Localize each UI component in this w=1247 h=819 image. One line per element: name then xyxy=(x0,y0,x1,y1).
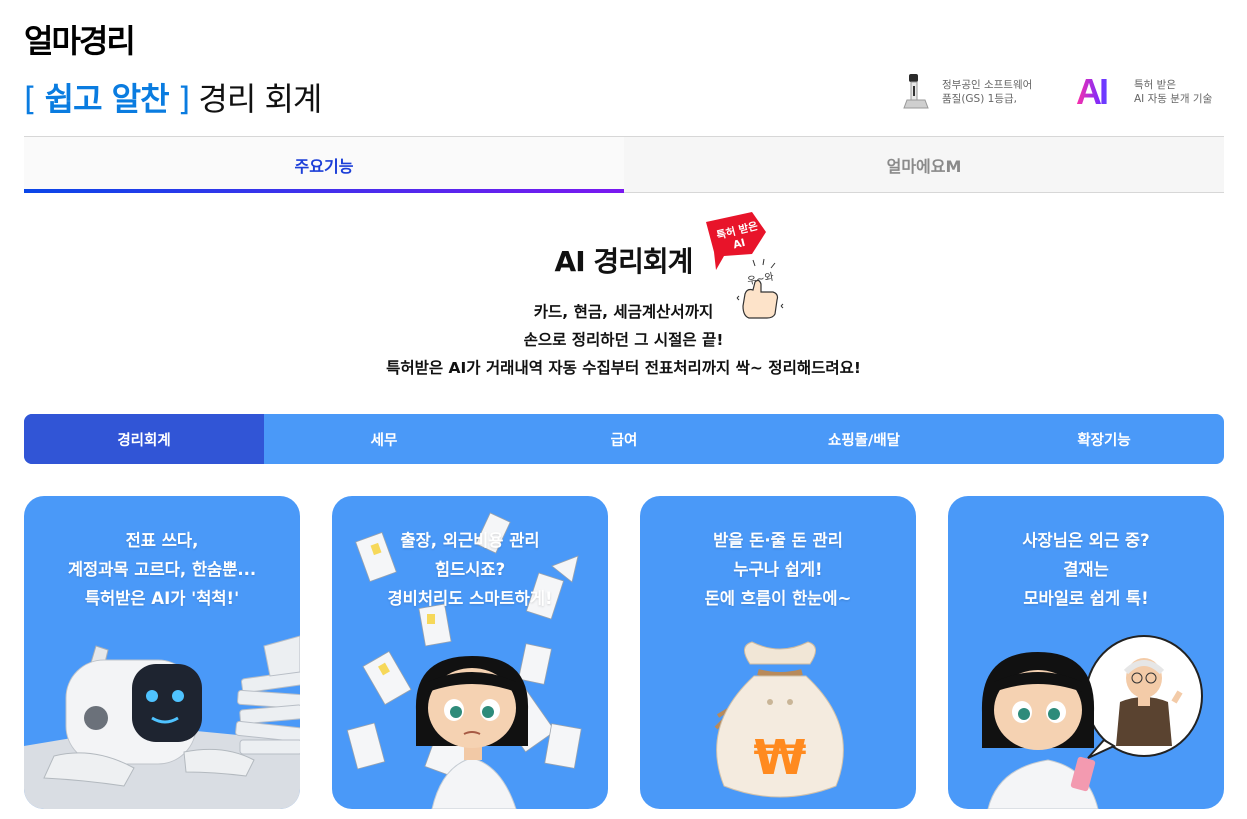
card-line: 계정과목 고르다, 한숨뿐... xyxy=(67,560,257,579)
ai-badge-line1: 특허 받은 xyxy=(1134,79,1176,91)
gs-badge-line1: 정부공인 소프트웨어 xyxy=(942,79,1033,91)
ai-logo-icon: AI xyxy=(1076,72,1124,112)
slogan-rest: 경리 회계 xyxy=(198,80,322,118)
gs-certification-badge: 정부공인 소프트웨어 품질(GS) 1등급, xyxy=(900,72,1032,112)
feature-card-ai-voucher[interactable]: 전표 쓰다, 계정과목 고르다, 한숨뿐... 특허받은 AI가 '척척!' xyxy=(24,496,300,809)
category-extensions[interactable]: 확장기능 xyxy=(984,414,1224,464)
slogan-bracket-open: [ xyxy=(24,80,37,118)
hero-line-2: 손으로 정리하던 그 시절은 끝! xyxy=(523,331,724,349)
category-payroll[interactable]: 급여 xyxy=(504,414,744,464)
card-line: 힘드시죠? xyxy=(434,560,506,579)
hero-line-1: 카드, 현금, 세금계산서까지 xyxy=(533,303,714,321)
card-line: 모바일로 쉽게 톡! xyxy=(1023,589,1149,608)
card-text: 전표 쓰다, 계정과목 고르다, 한숨뿐... 특허받은 AI가 '척척!' xyxy=(24,526,300,613)
category-shopping-delivery[interactable]: 쇼핑몰/배달 xyxy=(744,414,984,464)
brand-logo[interactable]: 얼마경리 xyxy=(24,16,136,62)
brand-slogan: [ 쉽고 알찬 ] 경리 회계 xyxy=(24,74,322,120)
hero-line-3: 특허받은 AI가 거래내역 자동 수집부터 전표처리까지 싹~ 정리해드려요! xyxy=(386,359,861,377)
card-line: 특허받은 AI가 '척척!' xyxy=(84,589,240,608)
card-line: 출장, 외근비용 관리 xyxy=(400,531,540,550)
main-tabs: 주요기능 얼마에요M xyxy=(24,136,1224,193)
gs-badge-line2: 품질(GS) 1등급, xyxy=(942,93,1017,105)
card-line: 결재는 xyxy=(1063,560,1109,579)
card-text: 사장님은 외근 중? 결재는 모바일로 쉽게 톡! xyxy=(948,526,1224,613)
hero-section: AI 경리회계 xyxy=(0,240,1247,280)
svg-text:₩: ₩ xyxy=(754,730,807,786)
card-text: 출장, 외근비용 관리 힘드시죠? 경비처리도 스마트하게! xyxy=(332,526,608,613)
card-line: 경비처리도 스마트하게! xyxy=(387,589,553,608)
tab-eolmaeyo-m[interactable]: 얼마에요M xyxy=(624,137,1224,192)
card-line: 누구나 쉽게! xyxy=(733,560,823,579)
tab-main-features[interactable]: 주요기능 xyxy=(24,137,624,193)
feature-card-receivables[interactable]: ₩ 받을 돈·줄 돈 관리 누구나 쉽게! 돈에 흐름이 한눈에~ xyxy=(640,496,916,809)
category-tabs: 경리회계 세무 급여 쇼핑몰/배달 확장기능 xyxy=(24,414,1224,464)
category-tax[interactable]: 세무 xyxy=(264,414,504,464)
card-line: 사장님은 외근 중? xyxy=(1022,531,1150,550)
category-accounting[interactable]: 경리회계 xyxy=(24,414,264,464)
card-line: 전표 쓰다, xyxy=(125,531,199,550)
ai-patent-badge: AI 특허 받은 AI 자동 분개 기술 xyxy=(1076,72,1212,112)
feature-card-expense[interactable]: 출장, 외근비용 관리 힘드시죠? 경비처리도 스마트하게! xyxy=(332,496,608,809)
slogan-bracket-close: ] xyxy=(177,80,191,118)
feature-card-mobile-approval[interactable]: 사장님은 외근 중? 결재는 모바일로 쉽게 톡! xyxy=(948,496,1224,809)
hero-title: AI 경리회계 xyxy=(554,245,694,278)
card-line: 돈에 흐름이 한눈에~ xyxy=(704,589,852,608)
hero-description: 카드, 현금, 세금계산서까지 손으로 정리하던 그 시절은 끝! 특허받은 A… xyxy=(0,298,1247,382)
gs-certification-icon xyxy=(900,72,932,112)
card-text: 받을 돈·줄 돈 관리 누구나 쉽게! 돈에 흐름이 한눈에~ xyxy=(640,526,916,613)
ai-badge-line2: AI 자동 분개 기술 xyxy=(1134,93,1213,105)
card-line: 받을 돈·줄 돈 관리 xyxy=(713,531,843,550)
slogan-emphasis: 쉽고 알찬 xyxy=(44,80,170,118)
